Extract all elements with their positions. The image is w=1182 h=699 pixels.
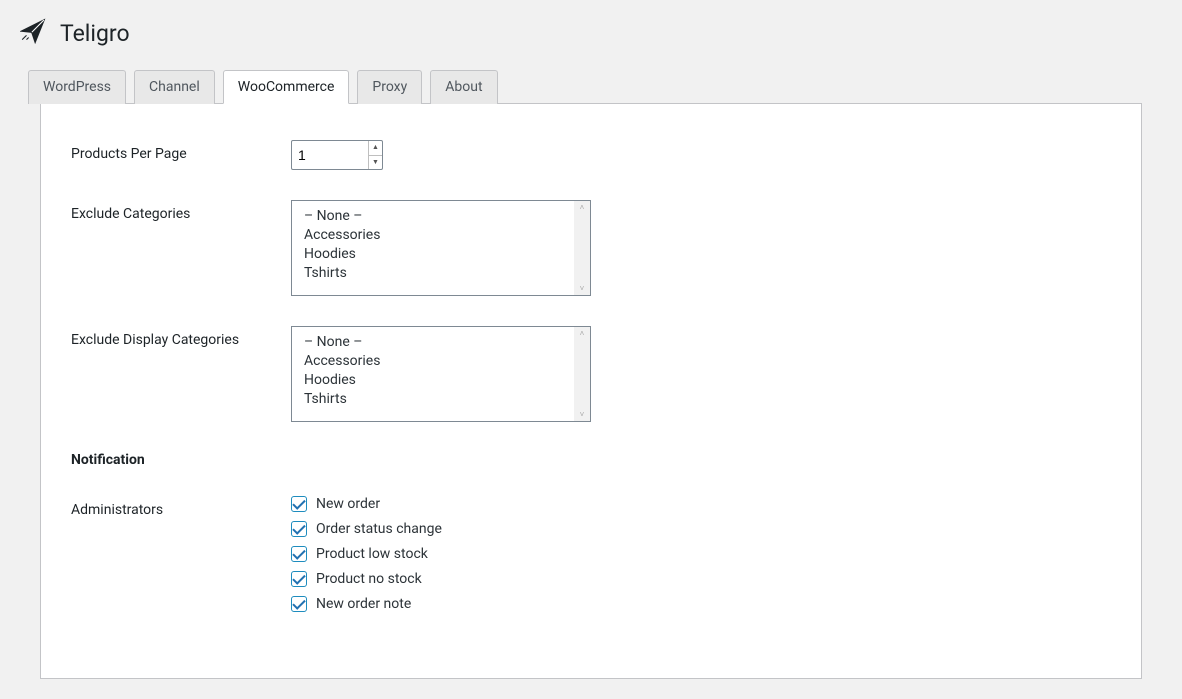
label-administrators: Administrators bbox=[71, 496, 291, 518]
administrators-checkbox-list: New order Order status change Product lo… bbox=[291, 496, 442, 612]
scrollbar[interactable]: ˄ ˅ bbox=[574, 327, 590, 421]
products-per-page-input[interactable] bbox=[292, 141, 368, 169]
exclude-categories-select[interactable]: – None – Accessories Hoodies Tshirts ˄ ˅ bbox=[291, 200, 591, 296]
tab-wordpress[interactable]: WordPress bbox=[28, 70, 126, 104]
checkbox-label: Product low stock bbox=[316, 546, 428, 562]
row-exclude-display-categories: Exclude Display Categories – None – Acce… bbox=[71, 326, 1111, 422]
tab-channel[interactable]: Channel bbox=[134, 70, 215, 104]
option-accessories[interactable]: Accessories bbox=[302, 226, 564, 245]
checkbox-label: Product no stock bbox=[316, 571, 422, 587]
stepper-down-icon[interactable]: ▼ bbox=[369, 156, 382, 170]
quantity-stepper: ▲ ▼ bbox=[368, 141, 382, 169]
tab-about[interactable]: About bbox=[430, 70, 497, 104]
checkbox-label: New order bbox=[316, 496, 380, 512]
checkbox-new-order[interactable] bbox=[291, 496, 307, 512]
tab-woocommerce[interactable]: WooCommerce bbox=[223, 70, 350, 104]
option-accessories[interactable]: Accessories bbox=[302, 352, 564, 371]
paper-plane-icon bbox=[20, 18, 46, 48]
checkbox-new-order-note[interactable] bbox=[291, 596, 307, 612]
option-tshirts[interactable]: Tshirts bbox=[302, 264, 564, 283]
scrollbar[interactable]: ˄ ˅ bbox=[574, 201, 590, 295]
checkbox-product-no-stock[interactable] bbox=[291, 571, 307, 587]
page-title: Teligro bbox=[60, 20, 130, 47]
checkbox-label: Order status change bbox=[316, 521, 442, 537]
scroll-down-icon: ˅ bbox=[580, 284, 585, 293]
row-administrators: Administrators New order Order status ch… bbox=[71, 496, 1111, 612]
label-exclude-display-categories: Exclude Display Categories bbox=[71, 326, 291, 348]
checkbox-order-status-change[interactable] bbox=[291, 521, 307, 537]
settings-panel: Products Per Page ▲ ▼ Exclude Categories bbox=[40, 103, 1142, 679]
option-hoodies[interactable]: Hoodies bbox=[302, 371, 564, 390]
row-exclude-categories: Exclude Categories – None – Accessories … bbox=[71, 200, 1111, 296]
notification-heading: Notification bbox=[71, 452, 1111, 468]
checkbox-label: New order note bbox=[316, 596, 411, 612]
tab-nav: WordPress Channel WooCommerce Proxy Abou… bbox=[20, 70, 1162, 103]
scroll-up-icon: ˄ bbox=[580, 203, 585, 212]
row-products-per-page: Products Per Page ▲ ▼ bbox=[71, 140, 1111, 170]
checkbox-item-new-order: New order bbox=[291, 496, 442, 512]
checkbox-product-low-stock[interactable] bbox=[291, 546, 307, 562]
checkbox-item-new-order-note: New order note bbox=[291, 596, 442, 612]
checkbox-item-product-no-stock: Product no stock bbox=[291, 571, 442, 587]
stepper-up-icon[interactable]: ▲ bbox=[369, 141, 382, 156]
option-tshirts[interactable]: Tshirts bbox=[302, 390, 564, 409]
checkbox-item-order-status-change: Order status change bbox=[291, 521, 442, 537]
tabs-container: WordPress Channel WooCommerce Proxy Abou… bbox=[0, 70, 1182, 679]
option-none[interactable]: – None – bbox=[302, 333, 564, 352]
scroll-down-icon: ˅ bbox=[580, 410, 585, 419]
products-per-page-input-wrap: ▲ ▼ bbox=[291, 140, 383, 170]
label-products-per-page: Products Per Page bbox=[71, 140, 291, 162]
page: Teligro WordPress Channel WooCommerce Pr… bbox=[0, 0, 1182, 679]
scroll-up-icon: ˄ bbox=[580, 329, 585, 338]
checkbox-item-product-low-stock: Product low stock bbox=[291, 546, 442, 562]
exclude-display-categories-select[interactable]: – None – Accessories Hoodies Tshirts ˄ ˅ bbox=[291, 326, 591, 422]
tab-proxy[interactable]: Proxy bbox=[357, 70, 422, 104]
label-exclude-categories: Exclude Categories bbox=[71, 200, 291, 222]
option-none[interactable]: – None – bbox=[302, 207, 564, 226]
page-header: Teligro bbox=[0, 0, 1182, 70]
option-hoodies[interactable]: Hoodies bbox=[302, 245, 564, 264]
